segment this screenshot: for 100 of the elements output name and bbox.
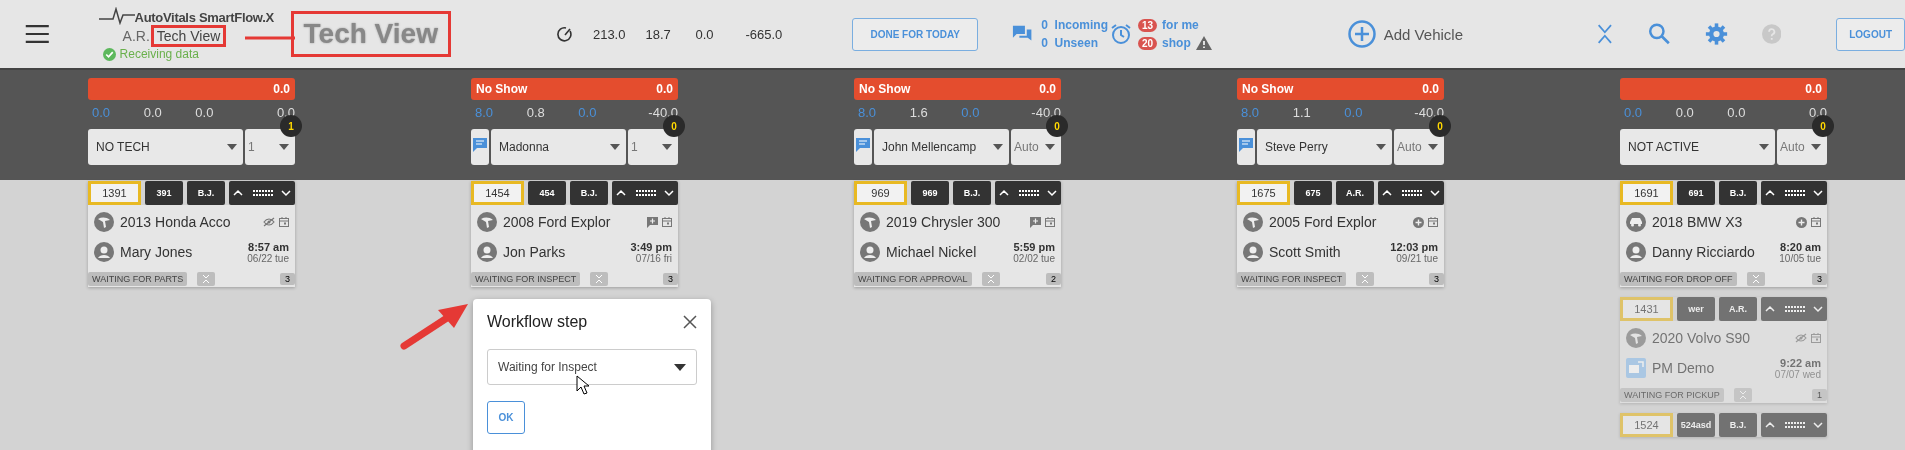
chat-icon[interactable] xyxy=(1237,129,1255,165)
reorder-control[interactable] xyxy=(1378,181,1444,205)
expand-icon[interactable] xyxy=(981,272,1000,286)
tag-label: 524asd xyxy=(1677,413,1715,437)
collapse-icon[interactable] xyxy=(1596,22,1614,46)
check-icon xyxy=(102,47,116,61)
plus-circle-icon xyxy=(1796,216,1807,228)
workflow-status[interactable]: WAITING FOR INSPECT xyxy=(1237,272,1347,286)
stat-value: 213.0 xyxy=(592,26,626,42)
metric-value: 0.0 xyxy=(1675,105,1695,120)
customer-name: Michael Nickel xyxy=(886,244,977,260)
expand-icon[interactable] xyxy=(1356,272,1375,286)
tech-initials: B.J. xyxy=(1719,181,1757,205)
metric-value: 0.0 xyxy=(961,105,981,120)
vehicle-name: 2019 Chrysler 300 xyxy=(886,214,1001,230)
logout-button[interactable]: LOGOUT xyxy=(1836,17,1905,51)
done-button[interactable]: DONE FOR TODAY xyxy=(852,17,978,51)
status-label: No Show xyxy=(1242,82,1294,96)
tech-initials: A.R. xyxy=(1336,181,1374,205)
expand-icon[interactable] xyxy=(197,272,216,286)
expand-icon[interactable] xyxy=(1733,388,1752,402)
metric-value: 0.0 xyxy=(1624,105,1644,120)
item-count: 1 xyxy=(1812,389,1827,401)
calendar-icon xyxy=(1811,333,1821,343)
person-icon xyxy=(1626,242,1646,262)
caret-icon xyxy=(279,144,289,150)
metric-value: 8.0 xyxy=(475,105,495,120)
tech-initials: B.J. xyxy=(187,181,225,205)
calendar-icon xyxy=(1811,217,1821,227)
slot-dropdown[interactable]: Auto xyxy=(1011,129,1061,165)
reorder-icon xyxy=(1764,188,1824,198)
expand-icon[interactable] xyxy=(1746,272,1765,286)
vehicle-name: 2008 Ford Explor xyxy=(503,214,611,230)
settings-icon[interactable] xyxy=(1704,21,1728,47)
ro-number: 1524 xyxy=(1620,413,1673,437)
total-value: 0.0 xyxy=(1805,82,1822,96)
cursor-icon xyxy=(576,375,590,395)
slot-dropdown[interactable]: 1 xyxy=(628,129,678,165)
eye-slash-icon xyxy=(263,217,275,227)
chat-icon[interactable] xyxy=(471,129,489,165)
workflow-status[interactable]: WAITING FOR PICKUP xyxy=(1620,388,1724,402)
stat-value: 18.7 xyxy=(645,26,672,42)
appointment-time: 5:59 pm xyxy=(1013,240,1055,253)
ok-button[interactable]: OK xyxy=(487,401,525,434)
reorder-icon xyxy=(1764,304,1824,314)
workflow-status[interactable]: WAITING FOR APPROVAL xyxy=(854,272,972,286)
workflow-status[interactable]: WAITING FOR INSPECT xyxy=(471,272,581,286)
reorder-icon xyxy=(1381,188,1441,198)
workflow-dropdown[interactable]: Waiting for Inspect xyxy=(487,349,697,385)
add-vehicle-button[interactable]: Add Vehicle xyxy=(1347,20,1463,48)
tech-initials: B.J. xyxy=(953,181,991,205)
caret-icon xyxy=(993,144,1003,150)
reorder-icon xyxy=(232,188,292,198)
person-icon xyxy=(860,242,880,262)
stat-value: -665.0 xyxy=(745,26,783,42)
search-icon[interactable] xyxy=(1647,21,1671,47)
slot-dropdown[interactable]: Auto xyxy=(1394,129,1444,165)
caret-icon xyxy=(1428,144,1438,150)
ro-number: 969 xyxy=(854,181,907,205)
metric-value: 0.0 xyxy=(578,105,598,120)
tag-label: 391 xyxy=(145,181,183,205)
expand-icon[interactable] xyxy=(590,272,609,286)
workflow-status[interactable]: WAITING FOR PARTS xyxy=(88,272,188,286)
ro-number: 1691 xyxy=(1620,181,1673,205)
appointment-date: 07/16 fri xyxy=(635,252,672,264)
tech-dropdown[interactable]: NOT ACTIVE xyxy=(1620,129,1775,165)
menu-icon[interactable] xyxy=(24,22,51,46)
reorder-control[interactable] xyxy=(612,181,678,205)
item-count: 3 xyxy=(1812,273,1827,285)
appointment-time: 12:03 pm xyxy=(1390,240,1438,253)
workflow-status[interactable]: WAITING FOR DROP OFF xyxy=(1620,272,1737,286)
total-value: 0.0 xyxy=(273,82,290,96)
vehicle-card[interactable]: 1691 691 B.J. 2018 BMW X3 Danny Ricciardo 8:20 am 10/05 tue WAITING FOR DROP OFF 3 xyxy=(1620,181,1827,287)
vehicle-card[interactable]: 1431 wer A.R. 2020 Volvo S90 PM Demo 9:22 am 07/07 wed WAITING FOR PICKUP 1 xyxy=(1620,297,1827,403)
fleet-icon xyxy=(1626,358,1646,378)
slot-dropdown[interactable]: 1 xyxy=(245,129,295,165)
tech-dropdown[interactable]: John Mellencamp xyxy=(874,129,1009,165)
chat-icon[interactable] xyxy=(854,129,872,165)
status-label: No Show xyxy=(476,82,528,96)
vehicle-card[interactable]: 1454 454 B.J. 2008 Ford Explor Jon Parks 3:49 pm 07/16 fri WAITING FOR INSPECT 3 xyxy=(471,181,678,287)
ro-number: 1675 xyxy=(1237,181,1290,205)
alarm-clock-icon[interactable] xyxy=(1109,23,1132,45)
tech-dropdown[interactable]: Steve Perry xyxy=(1257,129,1392,165)
reorder-control[interactable] xyxy=(229,181,295,205)
note-icon xyxy=(1030,216,1041,228)
vehicle-card[interactable]: 1675 675 A.R. 2005 Ford Explor Scott Smith 12:03 pm 09/21 tue WAITING FOR INSPECT 3 xyxy=(1237,181,1444,287)
vehicle-card[interactable]: 1391 391 B.J. 2013 Honda Acco Mary Jones 8:57 am 06/22 tue WAITING FOR PARTS 3 xyxy=(88,181,295,287)
caret-icon xyxy=(1045,144,1055,150)
metric-value: 0.8 xyxy=(526,105,546,120)
reorder-control[interactable] xyxy=(995,181,1061,205)
close-icon[interactable] xyxy=(683,315,697,329)
tag-label: 969 xyxy=(911,181,949,205)
tech-dropdown[interactable]: NO TECH xyxy=(88,129,243,165)
vehicle-card[interactable]: 969 969 B.J. 2019 Chrysler 300 Michael Nickel 5:59 pm 02/02 tue WAITING FOR APPROVAL 2 xyxy=(854,181,1061,287)
vehicle-card[interactable]: 1524 524asd B.J. xyxy=(1620,413,1827,437)
tech-dropdown[interactable]: Madonna xyxy=(491,129,626,165)
slot-dropdown[interactable]: Auto xyxy=(1777,129,1827,165)
reorder-control[interactable] xyxy=(1761,181,1827,205)
metric-value: 0.0 xyxy=(92,105,112,120)
customer-name: Mary Jones xyxy=(120,244,193,260)
